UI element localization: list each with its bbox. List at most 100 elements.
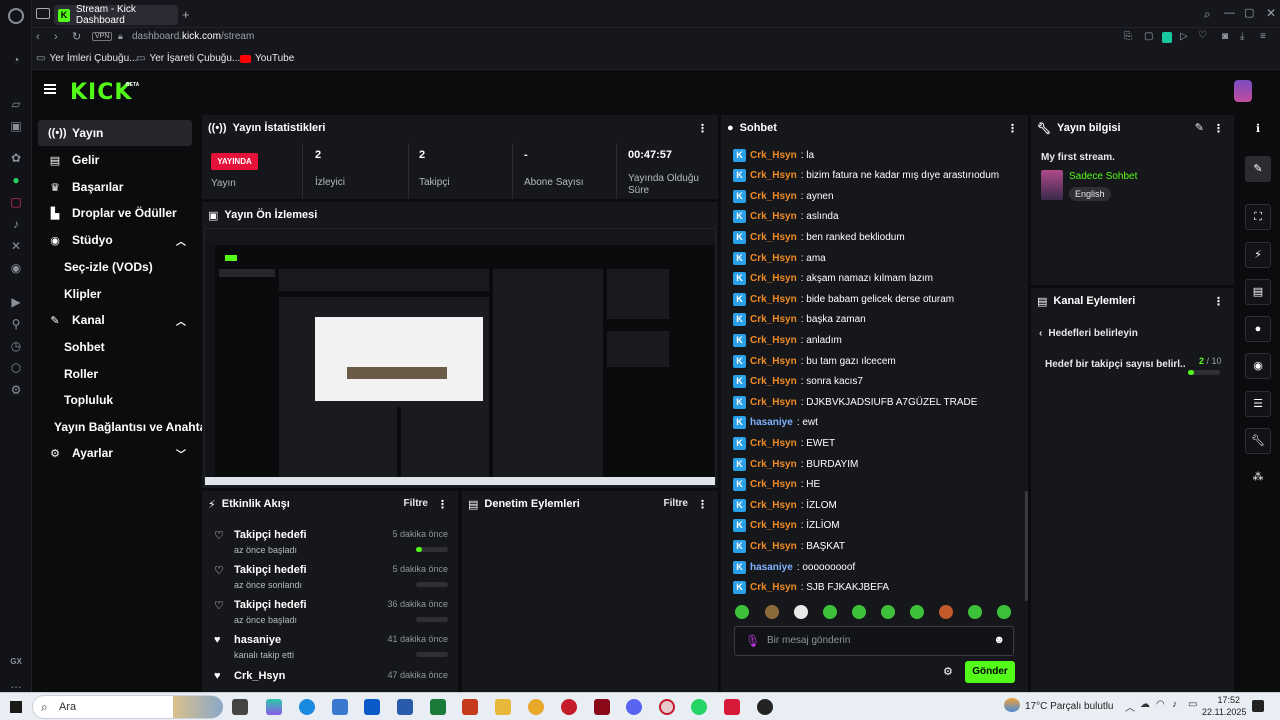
sidebar-item-drops[interactable]: ▙ Droplar ve Ödüller (38, 200, 192, 226)
emote-icon[interactable] (910, 605, 924, 619)
bolt-icon[interactable]: ⚡︎ (1245, 242, 1271, 268)
excel-icon[interactable] (430, 699, 446, 715)
chat-username[interactable]: Crk_Hsyn (750, 150, 797, 161)
instagram-icon[interactable]: ▢ (8, 194, 24, 210)
more-icon[interactable]: ⋮ (1213, 295, 1224, 308)
menu-icon[interactable]: ≡ (1260, 31, 1266, 42)
app-icon[interactable] (594, 699, 610, 715)
weather-text[interactable]: 17°C Parçalı bulutlu (1025, 701, 1114, 712)
layout-icon[interactable]: ☰ (1245, 391, 1271, 417)
sidebar-item-achievements[interactable]: ♛ Başarılar (38, 174, 192, 200)
url-field[interactable]: dashboard.kick.com/stream (132, 31, 254, 42)
more-icon[interactable]: ⋮ (437, 498, 448, 511)
emoji-icon[interactable]: ☻ (993, 634, 1005, 646)
chrome-icon[interactable] (528, 699, 544, 715)
kick-logo[interactable]: KICK (70, 80, 132, 105)
back-to-goals[interactable]: ‹ Hedefleri belirleyin (1039, 328, 1138, 339)
bookmark-youtube[interactable]: YouTube (240, 53, 294, 64)
broadcast-icon[interactable]: ◉ (1245, 353, 1271, 379)
chat-username[interactable]: Crk_Hsyn (750, 314, 797, 325)
app-icon[interactable] (724, 699, 740, 715)
chat-username[interactable]: Crk_Hsyn (750, 582, 797, 593)
battery-icon[interactable]: ▭ (1188, 699, 1197, 710)
discord-icon[interactable] (626, 699, 642, 715)
sidebar-sub-clips[interactable]: Klipler (64, 287, 101, 301)
cloud-icon[interactable]: ☁ (1140, 699, 1150, 710)
whatsapp-icon[interactable] (691, 699, 707, 715)
windows-start-icon[interactable] (10, 701, 22, 713)
chat-icon[interactable]: ● (1245, 316, 1271, 342)
download-icon[interactable]: ⤓ (1240, 31, 1244, 42)
category-link[interactable]: Sadece Sohbet (1069, 171, 1137, 182)
opera-gx-icon[interactable] (561, 699, 577, 715)
send-button[interactable]: Gönder (965, 661, 1015, 683)
more-icon[interactable]: ⋮ (1007, 122, 1018, 135)
nodes-icon[interactable]: ⁂ (1245, 465, 1271, 491)
taskbar-search[interactable]: ⌕ Ara (32, 695, 223, 719)
copilot-icon[interactable] (266, 699, 282, 715)
sidebar-item-settings[interactable]: ⚙ Ayarlar ﹀ (38, 440, 192, 466)
category-thumbnail[interactable] (1041, 170, 1063, 200)
gear-icon[interactable]: ⚙ (943, 665, 953, 678)
focus-icon[interactable]: ⛶ (1245, 204, 1271, 230)
chat-username[interactable]: Crk_Hsyn (750, 170, 797, 181)
opera-logo-icon[interactable] (8, 8, 24, 24)
emote-icon[interactable] (881, 605, 895, 619)
chat-username[interactable]: Crk_Hsyn (750, 253, 797, 264)
word-icon[interactable] (397, 699, 413, 715)
shield-icon[interactable] (1162, 32, 1172, 43)
emote-icon[interactable] (765, 605, 779, 619)
chat-username[interactable]: Crk_Hsyn (750, 438, 797, 449)
pin-icon[interactable]: ⚲ (8, 316, 24, 332)
mic-icon[interactable]: 🎙︎ (745, 634, 760, 648)
emote-icon[interactable] (735, 605, 749, 619)
settings-icon[interactable]: ⚙ (8, 382, 24, 398)
more-icon[interactable]: ⋮ (697, 122, 708, 135)
chat-username[interactable]: Crk_Hsyn (750, 541, 797, 552)
forward-icon[interactable]: › (54, 31, 58, 43)
more-icon[interactable]: ⋮ (697, 498, 708, 511)
edge-icon[interactable] (299, 699, 315, 715)
close-icon[interactable]: ✕ (1266, 6, 1276, 20)
edit-icon[interactable]: ✎ (1195, 121, 1204, 134)
sidebar-sub-community[interactable]: Topluluk (64, 393, 113, 407)
emote-icon[interactable] (939, 605, 953, 619)
player-icon[interactable]: ▶ (8, 294, 24, 310)
m-icon[interactable]: ▣ (8, 118, 24, 134)
wrench-icon[interactable]: 🔧︎ (1245, 428, 1271, 454)
wifi-icon[interactable]: ◠ (1156, 699, 1165, 710)
volume-icon[interactable]: ♪ (1172, 699, 1177, 710)
back-icon[interactable]: ‹ (36, 31, 40, 43)
chat-username[interactable]: Crk_Hsyn (750, 294, 797, 305)
maximize-icon[interactable]: ▢ (1244, 6, 1254, 19)
clock-time[interactable]: 17:52 (1204, 695, 1240, 705)
clock-date[interactable]: 22.11.2025 (1202, 707, 1246, 717)
sidebar-sub-vods[interactable]: Seç-izle (VODs) (64, 260, 153, 274)
more-icon[interactable]: … (8, 676, 24, 692)
bookmark-folder-1[interactable]: ▭ Yer İmleri Çubuğu... (36, 53, 137, 64)
chat-username[interactable]: Crk_Hsyn (750, 191, 797, 202)
explorer-icon[interactable] (495, 699, 511, 715)
tab-kick-dashboard[interactable]: K Stream - Kick Dashboard (54, 4, 178, 26)
play-icon[interactable]: ▷ (1180, 31, 1188, 42)
gx-icon[interactable]: GX (8, 654, 24, 670)
camera-icon[interactable]: ◙ (1222, 31, 1228, 42)
sidebar-item-stream[interactable]: ((•)) Yayın (38, 120, 192, 146)
chat-username[interactable]: Crk_Hsyn (750, 211, 797, 222)
stream-preview-video[interactable] (204, 228, 716, 486)
whatsapp-icon[interactable]: ● (8, 172, 24, 188)
weather-icon[interactable] (1004, 698, 1020, 712)
store-icon[interactable] (332, 699, 348, 715)
task-view-icon[interactable] (232, 699, 248, 715)
sidebar-item-revenue[interactable]: ▤ Gelir (38, 147, 192, 173)
filter-button[interactable]: Filtre (664, 498, 688, 509)
discord-icon[interactable]: ◉ (8, 260, 24, 276)
chat-username[interactable]: Crk_Hsyn (750, 397, 797, 408)
chevron-up-icon[interactable]: ︿ (1125, 699, 1135, 714)
hamburger-icon[interactable] (44, 84, 56, 86)
pencil-icon[interactable]: ✎ (1245, 156, 1271, 182)
search-icon[interactable]: ⌕ (1204, 7, 1211, 22)
goal-label[interactable]: Hedef bir takipçi sayısı belirl... (1045, 359, 1185, 370)
outlook-icon[interactable] (364, 699, 380, 715)
reload-icon[interactable]: ↻ (72, 30, 81, 43)
